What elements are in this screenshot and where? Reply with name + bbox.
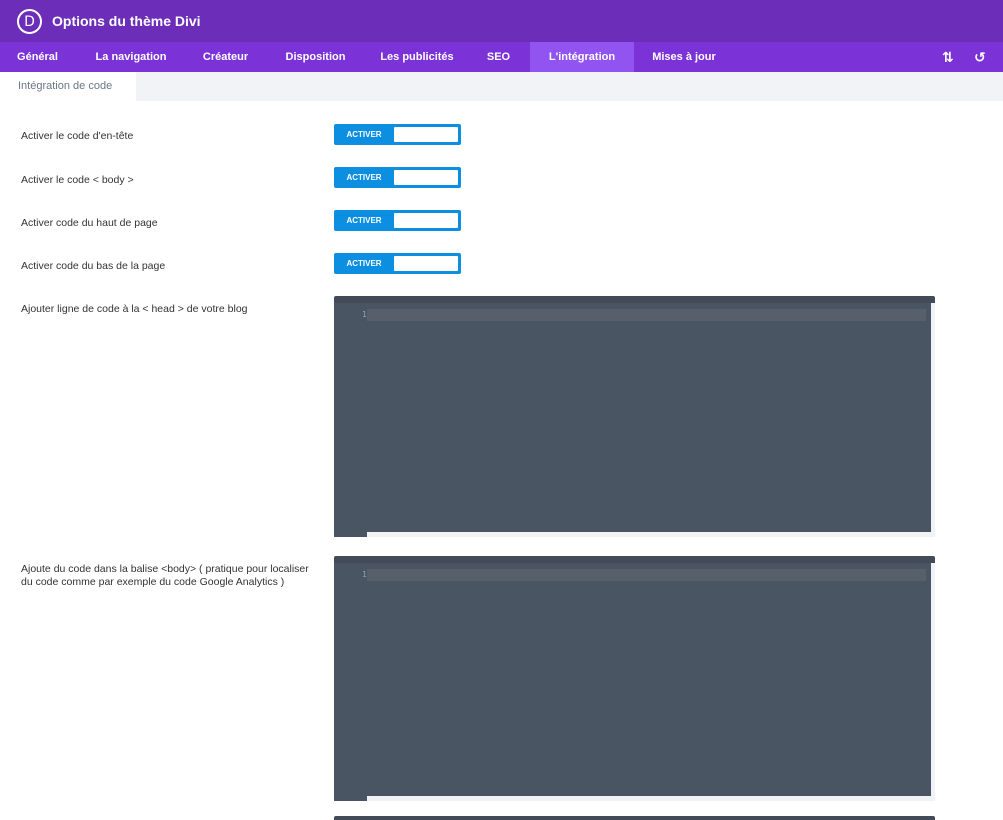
editor-line-number: 1 [362,570,367,579]
app-header: D Options du thème Divi [0,0,1003,42]
toggle-state-label: ACTIVER [346,216,382,225]
code-editor-next[interactable] [334,816,935,820]
tab-createur[interactable]: Créateur [187,42,264,72]
toggle-state-label: ACTIVER [346,130,382,139]
subtab-integration-code[interactable]: Intégration de code [0,72,136,101]
editor-scrollbar[interactable] [931,303,935,537]
code-editor-head[interactable]: 1 [334,296,935,537]
toggle-top-code[interactable]: ACTIVER [334,210,461,231]
toggle-header-code[interactable]: ACTIVER [334,124,461,145]
toggle-knob [394,170,458,185]
tab-general[interactable]: Général [0,42,75,72]
editor-line-number: 1 [362,310,367,319]
setting-label-bottom-code: Activer code du bas de la page [21,260,166,272]
reset-icon[interactable]: ↺ [974,42,986,72]
editor-active-line [367,309,926,321]
editor-label-body: Ajoute du code dans la balise <body> ( p… [21,563,309,588]
toggle-bottom-code[interactable]: ACTIVER [334,253,461,274]
editor-horizontal-scrollbar[interactable] [367,532,935,537]
tab-navigation[interactable]: La navigation [75,42,187,72]
editor-active-line [367,569,926,581]
toggle-knob [394,256,458,271]
toggle-body-code[interactable]: ACTIVER [334,167,461,188]
setting-label-body-code: Activer le code < body > [21,174,134,186]
tab-publicites[interactable]: Les publicités [367,42,467,72]
toggle-knob [394,127,458,142]
setting-label-top-code: Activer code du haut de page [21,217,158,229]
toggle-state-label: ACTIVER [346,173,382,182]
tab-disposition[interactable]: Disposition [264,42,367,72]
editor-scrollbar[interactable] [931,563,935,801]
sort-icon[interactable]: ⇅ [942,42,954,72]
app-title: Options du thème Divi [52,13,201,29]
tab-mises-a-jour[interactable]: Mises à jour [634,42,734,72]
tab-seo[interactable]: SEO [467,42,530,72]
tab-integration[interactable]: L'intégration [530,42,634,72]
divi-logo-icon: D [17,9,42,34]
editor-label-head: Ajouter ligne de code à la < head > de v… [21,303,248,315]
toggle-knob [394,213,458,228]
sub-tabs: Intégration de code [0,72,1003,101]
setting-label-header-code: Activer le code d'en-tête [21,130,134,142]
code-editor-body[interactable]: 1 [334,556,935,801]
main-tabs: Général La navigation Créateur Dispositi… [0,42,1003,72]
toggle-state-label: ACTIVER [346,259,382,268]
editor-horizontal-scrollbar[interactable] [367,796,935,801]
